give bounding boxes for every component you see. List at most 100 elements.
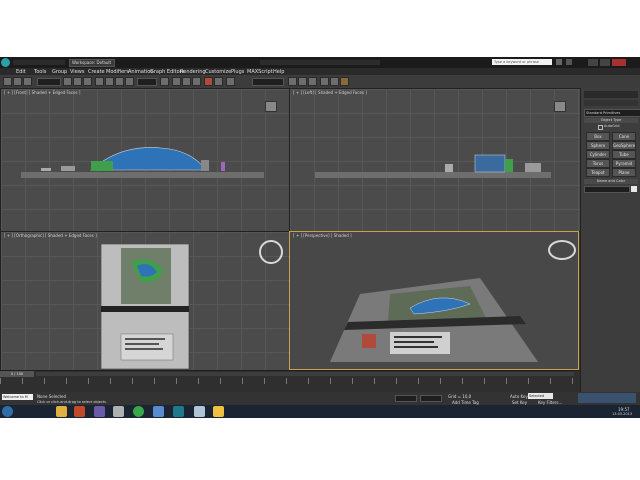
object-color-swatch[interactable] <box>631 186 637 192</box>
sphere-button[interactable]: Sphere <box>586 141 610 150</box>
timeline-ruler[interactable] <box>0 378 578 384</box>
angle-snap-icon[interactable] <box>182 77 191 86</box>
mirror-icon[interactable] <box>125 77 134 86</box>
viewport-label-orthographic[interactable]: [ + ] [Orthographic] [ Shaded + Edged Fa… <box>4 233 97 238</box>
layer-manager-icon[interactable] <box>226 77 235 86</box>
clock-date: 13.03.2013 <box>612 412 633 416</box>
viewport-left[interactable]: [ + ] [Left] [ Shaded + Edged Faces ] <box>289 88 581 232</box>
named-selection-sets-dropdown[interactable] <box>252 78 284 86</box>
cone-button[interactable]: Cone <box>612 132 636 141</box>
time-track[interactable] <box>36 372 574 376</box>
workspace-dropdown[interactable]: Workspace: Default <box>69 59 115 67</box>
front-view-model <box>21 147 264 178</box>
playback-controls[interactable] <box>578 393 636 403</box>
snap-toggle-icon[interactable] <box>172 77 181 86</box>
pyramid-button[interactable]: Pyramid <box>612 159 636 168</box>
name-color-rollout[interactable]: Name and Color <box>584 179 638 184</box>
box-button[interactable]: Box <box>586 132 610 141</box>
messenger-icon[interactable] <box>94 406 105 417</box>
title-bar: Workspace: Default Type a keyword or phr… <box>0 57 640 68</box>
prompt-line: Click or click-and-drag to select object… <box>37 400 106 404</box>
search-icon[interactable] <box>556 59 562 65</box>
viewport-label-perspective[interactable]: [ + ] [Perspective] [ Shaded ] <box>293 233 352 238</box>
viewport-label-left[interactable]: [ + ] [Left] [ Shaded + Edged Faces ] <box>293 90 367 95</box>
select-object-icon[interactable] <box>63 77 72 86</box>
main-toolbar <box>0 75 640 89</box>
maximize-button[interactable] <box>600 59 610 66</box>
quick-access-toolbar[interactable] <box>13 60 65 65</box>
render-setup-icon[interactable] <box>320 77 329 86</box>
time-slider[interactable]: 0 / 100 <box>0 371 34 377</box>
object-name-field[interactable] <box>584 186 630 193</box>
viewport-label-front[interactable]: [ + ] [Front] [ Shaded + Edged Faces ] <box>4 90 80 95</box>
percent-snap-icon[interactable] <box>192 77 201 86</box>
named-selection-icon[interactable] <box>204 77 213 86</box>
search-input[interactable]: Type a keyword or phrase <box>492 59 552 65</box>
plane-button[interactable]: Plane <box>612 168 636 177</box>
y-coordinate-field[interactable] <box>420 395 442 402</box>
steering-wheel-icon[interactable] <box>548 240 576 260</box>
steering-wheel-icon[interactable] <box>259 240 283 264</box>
object-type-rollout[interactable]: Object Type <box>584 118 638 123</box>
torus-button[interactable]: Torus <box>586 159 610 168</box>
undo-icon[interactable] <box>3 77 12 86</box>
selection-status: None Selected <box>37 394 67 399</box>
geosphere-button[interactable]: GeoSphere <box>612 141 636 150</box>
close-button[interactable] <box>612 59 626 66</box>
document-icon[interactable] <box>194 406 205 417</box>
rotate-icon[interactable] <box>105 77 114 86</box>
grid-readout: Grid = 10,0 <box>448 394 472 399</box>
rect-selection-icon[interactable] <box>83 77 92 86</box>
maxscript-listener[interactable]: Welcome to M <box>2 394 33 400</box>
pivot-icon[interactable] <box>160 77 169 86</box>
app-logo-icon[interactable] <box>1 58 10 67</box>
3dsmax-taskbar-icon[interactable] <box>173 406 184 417</box>
orthographic-view-model <box>101 244 190 370</box>
viewcube-icon[interactable] <box>554 101 566 112</box>
app-window: Workspace: Default Type a keyword or phr… <box>0 57 640 418</box>
tube-button[interactable]: Tube <box>612 150 636 159</box>
file-explorer-icon[interactable] <box>56 406 67 417</box>
redo-icon[interactable] <box>13 77 22 86</box>
app-icon[interactable] <box>113 406 124 417</box>
selection-filter-dropdown[interactable] <box>37 78 61 86</box>
viewcube-icon[interactable] <box>265 101 277 112</box>
reference-coord-dropdown[interactable] <box>137 78 157 86</box>
select-by-name-icon[interactable] <box>73 77 82 86</box>
menu-bar: Edit Tools Group Views Create Modifiers … <box>0 68 640 75</box>
timeline: 0 / 100 <box>0 370 580 393</box>
create-category-icons[interactable] <box>584 100 638 106</box>
minimize-button[interactable] <box>588 59 598 66</box>
perspective-view-model <box>330 278 538 362</box>
primitive-type-dropdown[interactable]: Standard Primitives <box>584 109 640 117</box>
command-panel-tabs[interactable] <box>584 91 638 98</box>
curve-editor-icon[interactable] <box>288 77 297 86</box>
teapot-button[interactable]: Teapot <box>586 168 610 177</box>
x-coordinate-field[interactable] <box>395 395 417 402</box>
command-panel: Standard Primitives Object Type AutoGrid… <box>580 88 640 418</box>
folder-icon[interactable] <box>213 406 224 417</box>
left-view-model <box>315 154 551 178</box>
autogrid-checkbox[interactable] <box>598 125 603 130</box>
viewport-front[interactable]: [ + ] [Front] [ Shaded + Edged Faces ] <box>0 88 290 232</box>
selected-dropdown[interactable]: Selected <box>528 393 553 399</box>
chrome-icon[interactable] <box>133 406 144 417</box>
viewport-perspective[interactable]: [ + ] [Perspective] [ Shaded ] <box>289 231 579 370</box>
scale-icon[interactable] <box>115 77 124 86</box>
schematic-view-icon[interactable] <box>298 77 307 86</box>
material-editor-icon[interactable] <box>308 77 317 86</box>
rendered-frame-icon[interactable] <box>330 77 339 86</box>
photoshop-icon[interactable] <box>153 406 164 417</box>
auto-key-label: Auto Key <box>510 394 528 399</box>
autogrid-label: AutoGrid <box>604 124 620 128</box>
start-button-icon[interactable] <box>2 406 13 417</box>
link-icon[interactable] <box>23 77 32 86</box>
viewport-orthographic[interactable]: [ + ] [Orthographic] [ Shaded + Edged Fa… <box>0 231 290 372</box>
help-icon[interactable] <box>566 59 572 65</box>
axis-tripod-icon <box>5 213 15 223</box>
render-icon[interactable] <box>340 77 349 86</box>
media-player-icon[interactable] <box>74 406 85 417</box>
move-icon[interactable] <box>95 77 104 86</box>
align-icon[interactable] <box>214 77 223 86</box>
cylinder-button[interactable]: Cylinder <box>586 150 610 159</box>
